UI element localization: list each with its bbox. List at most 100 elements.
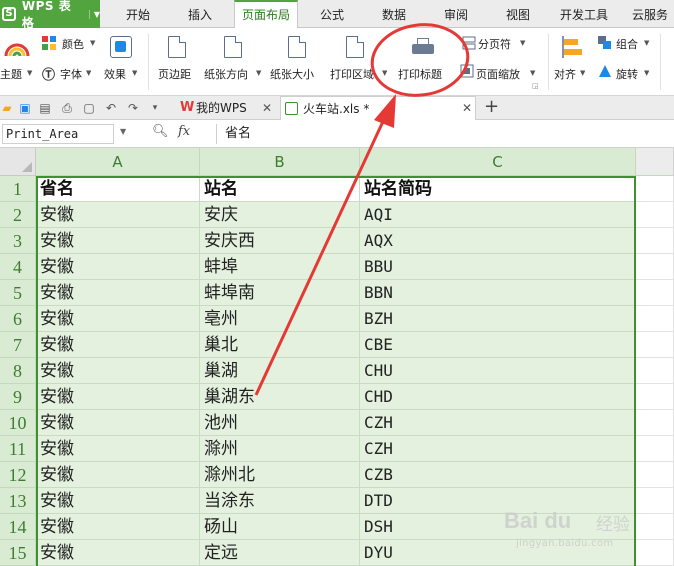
cell-c[interactable]: BZH <box>360 306 636 332</box>
cell-b[interactable]: 亳州 <box>200 306 360 332</box>
cell-a[interactable]: 安徽 <box>36 540 200 566</box>
cell-d[interactable] <box>636 436 674 462</box>
row-header[interactable]: 14 <box>0 514 36 540</box>
page-scale-button[interactable]: 页面缩放 <box>476 66 520 82</box>
orientation-button[interactable]: 纸张方向 <box>204 66 248 82</box>
column-header-c[interactable]: C <box>360 148 636 176</box>
cell-b[interactable]: 巢北 <box>200 332 360 358</box>
cell-a[interactable]: 安徽 <box>36 306 200 332</box>
cell-b[interactable]: 砀山 <box>200 514 360 540</box>
tab-file[interactable]: 火车站.xls * <box>280 96 476 120</box>
row-header[interactable]: 10 <box>0 410 36 436</box>
cell-b[interactable]: 巢湖 <box>200 358 360 384</box>
cell-b[interactable]: 巢湖东 <box>200 384 360 410</box>
cell-c[interactable]: AQI <box>360 202 636 228</box>
cell-a[interactable]: 省名 <box>36 176 200 202</box>
cell-c[interactable]: DSH <box>360 514 636 540</box>
cell-c[interactable]: 站名简码 <box>360 176 636 202</box>
cell-b[interactable]: 当涂东 <box>200 488 360 514</box>
cell-d[interactable] <box>636 540 674 566</box>
cell-b[interactable]: 滁州 <box>200 436 360 462</box>
name-box[interactable]: Print_Area <box>2 124 114 144</box>
tab-review[interactable]: 审阅 <box>434 0 478 28</box>
row-header[interactable]: 13 <box>0 488 36 514</box>
tab-page-layout[interactable]: 页面布局 <box>234 0 298 28</box>
cell-c[interactable]: DTD <box>360 488 636 514</box>
close-icon[interactable]: ✕ <box>462 96 472 120</box>
cell-a[interactable]: 安徽 <box>36 280 200 306</box>
row-header[interactable]: 11 <box>0 436 36 462</box>
formula-input[interactable]: 省名 <box>216 124 672 144</box>
cell-d[interactable] <box>636 254 674 280</box>
cell-c[interactable]: CZH <box>360 436 636 462</box>
cell-c[interactable]: AQX <box>360 228 636 254</box>
cell-d[interactable] <box>636 280 674 306</box>
cell-c[interactable]: CHD <box>360 384 636 410</box>
dialog-launcher-icon[interactable]: ◲ <box>532 82 539 90</box>
cell-a[interactable]: 安徽 <box>36 358 200 384</box>
row-header[interactable]: 6 <box>0 306 36 332</box>
colors-button[interactable]: 颜色 <box>62 36 84 52</box>
close-icon[interactable]: ✕ <box>262 96 272 120</box>
cell-c[interactable]: CBE <box>360 332 636 358</box>
cell-a[interactable]: 安徽 <box>36 410 200 436</box>
cell-b[interactable]: 池州 <box>200 410 360 436</box>
row-header[interactable]: 4 <box>0 254 36 280</box>
tab-home[interactable]: 开始 <box>116 0 160 28</box>
add-tab-icon[interactable]: + <box>484 96 499 118</box>
cell-c[interactable]: DYU <box>360 540 636 566</box>
row-header[interactable]: 5 <box>0 280 36 306</box>
zoom-icon[interactable]: 🔍︎ <box>152 124 169 139</box>
cell-d[interactable] <box>636 488 674 514</box>
select-all-button[interactable] <box>0 148 36 176</box>
cell-c[interactable]: CHU <box>360 358 636 384</box>
cell-d[interactable] <box>636 410 674 436</box>
cell-d[interactable] <box>636 462 674 488</box>
cell-b[interactable]: 蚌埠 <box>200 254 360 280</box>
row-header[interactable]: 1 <box>0 176 36 202</box>
cell-a[interactable]: 安徽 <box>36 462 200 488</box>
row-header[interactable]: 2 <box>0 202 36 228</box>
cell-d[interactable] <box>636 514 674 540</box>
fx-icon[interactable]: fx <box>178 124 190 139</box>
cell-a[interactable]: 安徽 <box>36 514 200 540</box>
cell-d[interactable] <box>636 228 674 254</box>
row-header[interactable]: 9 <box>0 384 36 410</box>
cell-d[interactable] <box>636 176 674 202</box>
cell-b[interactable]: 定远 <box>200 540 360 566</box>
cell-a[interactable]: 安徽 <box>36 436 200 462</box>
undo-icon[interactable]: ↶ <box>104 101 118 115</box>
fonts-button[interactable]: 字体 <box>60 66 82 82</box>
rotate-button[interactable]: 旋转 <box>616 66 638 82</box>
cell-c[interactable]: CZH <box>360 410 636 436</box>
margins-button[interactable]: 页边距 <box>158 66 191 82</box>
cell-a[interactable]: 安徽 <box>36 332 200 358</box>
row-header[interactable]: 12 <box>0 462 36 488</box>
row-header[interactable]: 3 <box>0 228 36 254</box>
cell-c[interactable]: BBU <box>360 254 636 280</box>
tab-developer[interactable]: 开发工具 <box>552 0 616 28</box>
cell-b[interactable]: 蚌埠南 <box>200 280 360 306</box>
cell-c[interactable]: CZB <box>360 462 636 488</box>
save-icon[interactable]: ▣ <box>18 101 32 115</box>
page-break-button[interactable]: 分页符 <box>478 36 511 52</box>
cell-d[interactable] <box>636 332 674 358</box>
folder-open-icon[interactable]: ▰ <box>0 101 14 115</box>
row-header[interactable]: 8 <box>0 358 36 384</box>
cell-b[interactable]: 滁州北 <box>200 462 360 488</box>
chevron-down-icon[interactable]: ▼ <box>120 127 126 136</box>
preview-icon[interactable]: ▢ <box>82 101 96 115</box>
cell-a[interactable]: 安徽 <box>36 202 200 228</box>
print-titles-button[interactable]: 打印标题 <box>398 66 442 82</box>
tab-view[interactable]: 视图 <box>496 0 540 28</box>
cell-d[interactable] <box>636 358 674 384</box>
theme-icon[interactable] <box>4 36 30 58</box>
tab-formulas[interactable]: 公式 <box>310 0 354 28</box>
column-header-b[interactable]: B <box>200 148 360 176</box>
print-icon[interactable]: ⎙ <box>60 101 74 115</box>
paper-size-button[interactable]: 纸张大小 <box>270 66 314 82</box>
align-button[interactable]: 对齐 <box>554 66 576 82</box>
cell-d[interactable] <box>636 202 674 228</box>
cell-b[interactable]: 安庆 <box>200 202 360 228</box>
column-header-a[interactable]: A <box>36 148 200 176</box>
